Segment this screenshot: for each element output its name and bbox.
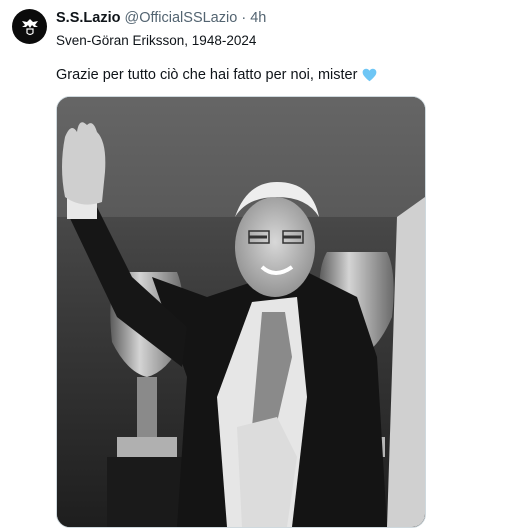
light-blue-heart-icon <box>363 68 377 82</box>
timestamp[interactable]: 4h <box>250 10 266 26</box>
subtitle: Sven-Göran Eriksson, 1948-2024 <box>56 33 257 48</box>
photo-image <box>57 97 425 527</box>
tweet-text-body: Grazie per tutto ciò che hai fatto per n… <box>56 67 358 83</box>
tweet-photo[interactable] <box>56 96 426 528</box>
display-name[interactable]: S.S.Lazio <box>56 10 120 26</box>
tweet-text: Grazie per tutto ciò che hai fatto per n… <box>56 67 377 83</box>
lazio-eagle-logo-icon <box>21 18 38 35</box>
handle[interactable]: @OfficialSSLazio <box>125 10 238 26</box>
tweet-header: S.S.Lazio @OfficialSSLazio · 4h <box>56 10 266 26</box>
separator-dot: · <box>241 10 247 26</box>
tweet: S.S.Lazio @OfficialSSLazio · 4h Sven-Gör… <box>0 0 505 528</box>
avatar[interactable] <box>12 9 47 44</box>
